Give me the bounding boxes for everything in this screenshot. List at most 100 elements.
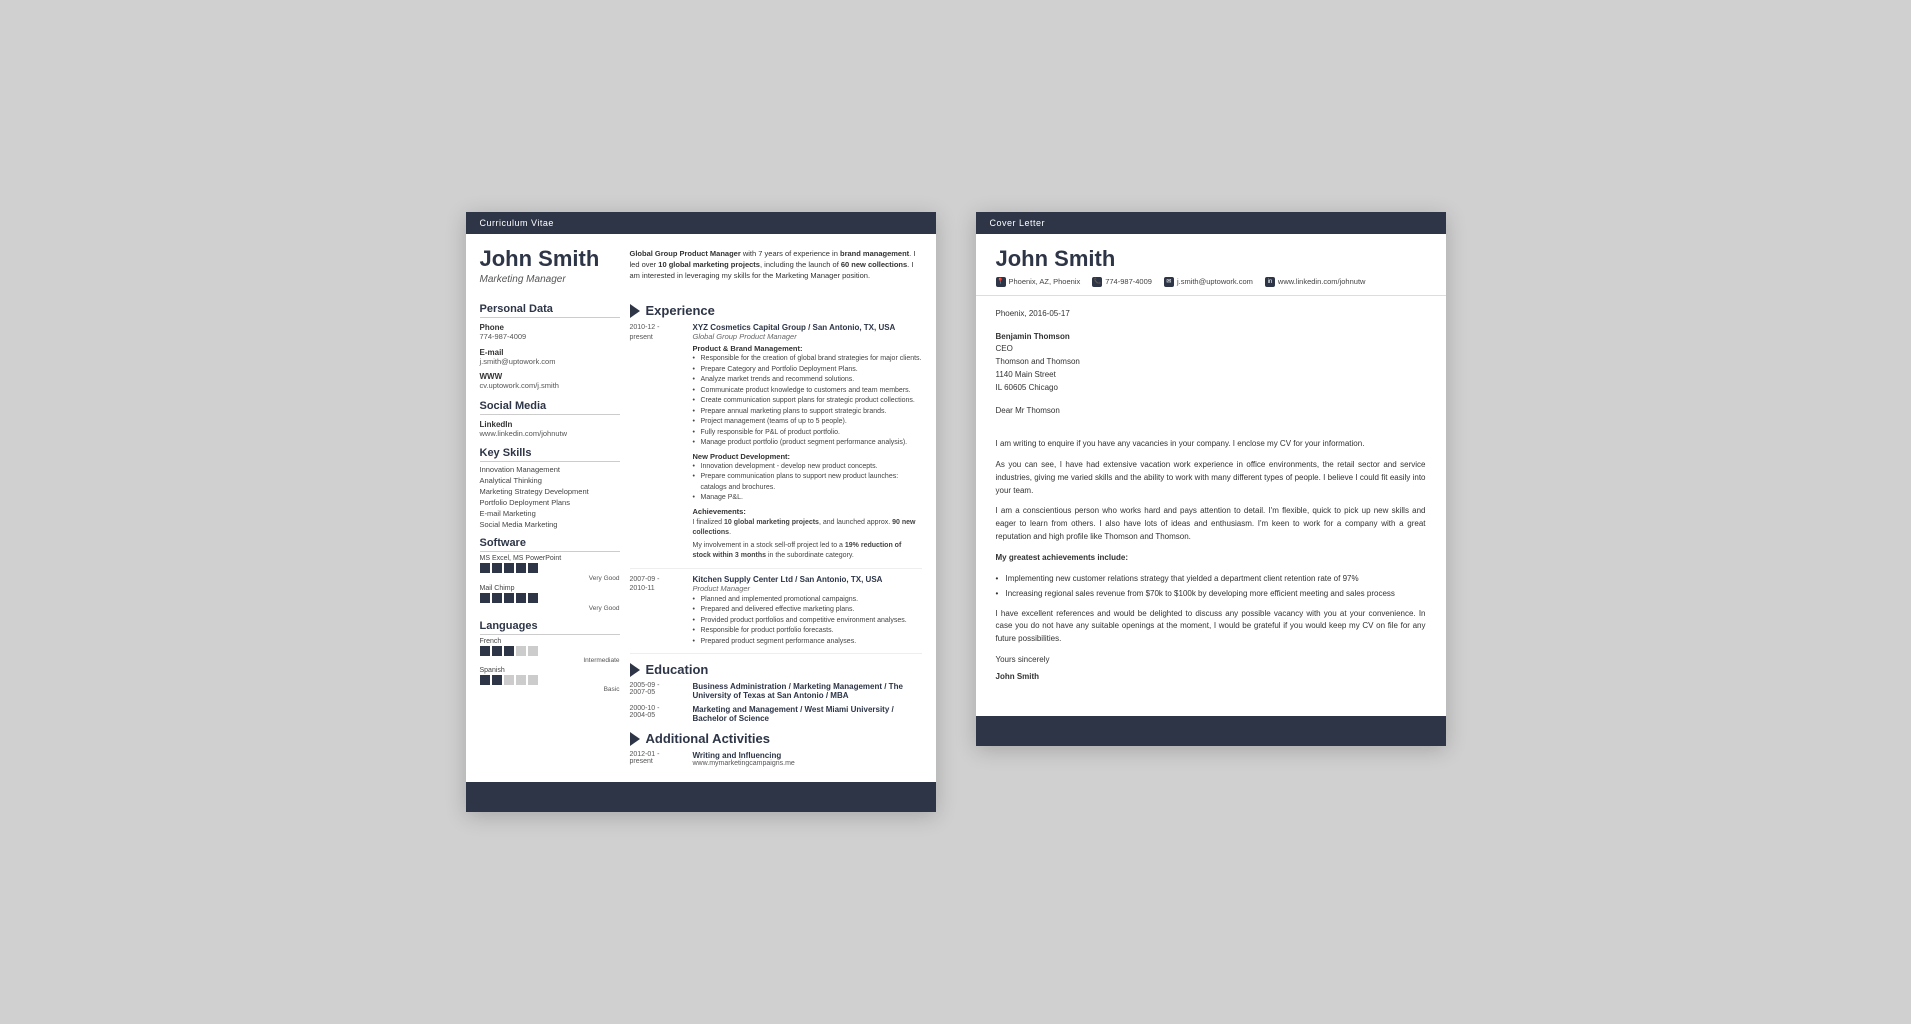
ms-dot-1 <box>480 563 490 573</box>
exp-entry-1: 2010-12 -present XYZ Cosmetics Capital G… <box>630 323 922 569</box>
key-skills-title: Key Skills <box>480 447 620 462</box>
fr-dot-5 <box>528 646 538 656</box>
cv-job-title: Marketing Manager <box>480 274 620 285</box>
french-label: French <box>480 638 620 645</box>
cv-summary-col: Global Group Product Manager with 7 year… <box>630 246 922 285</box>
experience-title: Experience <box>646 303 715 318</box>
exp-bullet-2-2: Prepared and delivered effective marketi… <box>693 605 922 616</box>
skill-1: Innovation Management <box>480 465 620 474</box>
cl-recipient-address1: 1140 Main Street <box>996 370 1056 379</box>
exp-achievement-2: My involvement in a stock sell-off proje… <box>693 541 922 562</box>
cv-body: Personal Data Phone 774-987-4009 E-mail … <box>466 285 936 772</box>
skill-5: E-mail Marketing <box>480 509 620 518</box>
mc-dot-1 <box>480 593 490 603</box>
cv-header-label: Curriculum Vitae <box>480 218 554 228</box>
skill-4: Portfolio Deployment Plans <box>480 498 620 507</box>
cv-main-content: Experience 2010-12 -present XYZ Cosmetic… <box>630 295 922 772</box>
mc-dot-2 <box>492 593 502 603</box>
cl-recipient: Benjamin Thomson CEO Thomson and Thomson… <box>996 331 1426 395</box>
exp-position-1: Global Group Product Manager <box>693 332 922 341</box>
french-bar <box>480 646 620 656</box>
ms-label: MS Excel, MS PowerPoint <box>480 555 620 562</box>
phone-icon: 📞 <box>1092 277 1102 287</box>
lang-spanish: Spanish Basic <box>480 667 620 693</box>
exp-bullet-npd-1: Innovation development - develop new pro… <box>693 462 922 473</box>
skill-3: Marketing Strategy Development <box>480 487 620 496</box>
cl-phone-text: 774-987-4009 <box>1105 277 1152 286</box>
cl-document: Cover Letter John Smith 📍 Phoenix, AZ, P… <box>976 212 1446 746</box>
fr-dot-4 <box>516 646 526 656</box>
fr-dot-3 <box>504 646 514 656</box>
linkedin-label: LinkedIn <box>480 420 620 429</box>
cl-header-label: Cover Letter <box>990 218 1046 228</box>
exp-subsection-npd: New Product Development: <box>693 452 922 461</box>
cl-salutation: Dear Mr Thomson <box>996 405 1426 418</box>
ms-bar <box>480 563 620 573</box>
lang-french: French Intermediate <box>480 638 620 664</box>
www-label: WWW <box>480 372 620 381</box>
cl-recipient-role: CEO <box>996 344 1013 353</box>
activities-header: Additional Activities <box>630 731 922 746</box>
cl-name: John Smith <box>976 234 1446 277</box>
cv-name-section: John Smith Marketing Manager Global Grou… <box>466 234 936 285</box>
exp-bullet-1-9: Manage product portfolio (product segmen… <box>693 438 922 449</box>
act-title-1: Writing and Influencing <box>693 751 922 760</box>
exp-dates-2: 2007-09 -2010-11 <box>630 575 685 648</box>
exp-content-1: XYZ Cosmetics Capital Group / San Antoni… <box>693 323 922 562</box>
spanish-label: Spanish <box>480 667 620 674</box>
ms-dot-5 <box>528 563 538 573</box>
ms-rating: Very Good <box>480 575 620 582</box>
cl-contact-location: 📍 Phoenix, AZ, Phoenix <box>996 277 1081 287</box>
languages-title: Languages <box>480 620 620 635</box>
cv-summary: Global Group Product Manager with 7 year… <box>630 248 922 282</box>
cl-recipient-address2: IL 60605 Chicago <box>996 383 1058 392</box>
linkedin-value: www.linkedin.com/johnutw <box>480 429 620 440</box>
exp-bullet-1-8: Fully responsible for P&L of product por… <box>693 428 922 439</box>
cl-contact-row: 📍 Phoenix, AZ, Phoenix 📞 774-987-4009 ✉ … <box>976 277 1446 296</box>
exp-bullet-1-5: Create communication support plans for s… <box>693 396 922 407</box>
email-icon: ✉ <box>1164 277 1174 287</box>
cl-achievements-header: My greatest achievements include: <box>996 552 1426 565</box>
cl-achievements: Implementing new customer relations stra… <box>996 573 1426 600</box>
software-title: Software <box>480 537 620 552</box>
cl-location-text: Phoenix, AZ, Phoenix <box>1009 277 1081 286</box>
act-dates-1: 2012-01 -present <box>630 751 685 767</box>
mc-dot-4 <box>516 593 526 603</box>
cl-achievement-1: Implementing new customer relations stra… <box>996 573 1426 585</box>
activities-arrow-icon <box>630 732 640 746</box>
exp-bullet-2-1: Planned and implemented promotional camp… <box>693 595 922 606</box>
cl-linkedin-text: www.linkedin.com/johnutw <box>1278 277 1366 286</box>
documents-container: Curriculum Vitae John Smith Marketing Ma… <box>466 212 1446 812</box>
www-value: cv.uptowork.com/j.smith <box>480 381 620 392</box>
exp-bullet-1-3: Analyze market trends and recommend solu… <box>693 375 922 386</box>
email-value: j.smith@uptowork.com <box>480 357 620 368</box>
activities-title: Additional Activities <box>646 731 770 746</box>
exp-content-2: Kitchen Supply Center Ltd / San Antonio,… <box>693 575 922 648</box>
cl-paragraph-3: I am a conscientious person who works ha… <box>996 505 1426 543</box>
exp-bullet-1-7: Project management (teams of up to 5 peo… <box>693 417 922 428</box>
edu-title-1: Business Administration / Marketing Mana… <box>693 682 922 700</box>
act-content-1: Writing and Influencing www.mymarketingc… <box>693 751 922 767</box>
cl-signature: John Smith <box>996 671 1426 684</box>
sp-dot-5 <box>528 675 538 685</box>
exp-company-1: XYZ Cosmetics Capital Group / San Antoni… <box>693 323 922 332</box>
cl-paragraph-1: I am writing to enquire if you have any … <box>996 438 1426 451</box>
cl-contact-phone: 📞 774-987-4009 <box>1092 277 1152 287</box>
edu-content-2: Marketing and Management / West Miami Un… <box>693 705 922 723</box>
edu-entry-2: 2000-10 -2004-05 Marketing and Managemen… <box>630 705 922 723</box>
cl-body: Phoenix, 2016-05-17 Benjamin Thomson CEO… <box>976 296 1446 696</box>
cv-document: Curriculum Vitae John Smith Marketing Ma… <box>466 212 936 812</box>
cl-recipient-name: Benjamin Thomson <box>996 332 1070 341</box>
exp-bullet-2-4: Responsible for product portfolio foreca… <box>693 626 922 637</box>
exp-bullet-1-2: Prepare Category and Portfolio Deploymen… <box>693 365 922 376</box>
edu-dates-1: 2005-09 -2007-05 <box>630 682 685 700</box>
edu-entry-1: 2005-09 -2007-05 Business Administration… <box>630 682 922 700</box>
exp-bullet-1-1: Responsible for the creation of global b… <box>693 354 922 365</box>
cv-header-bar: Curriculum Vitae <box>466 212 936 234</box>
edu-title-2: Marketing and Management / West Miami Un… <box>693 705 922 723</box>
social-media-title: Social Media <box>480 400 620 415</box>
mc-bar <box>480 593 620 603</box>
cl-closing: Yours sincerely <box>996 654 1426 667</box>
fr-dot-1 <box>480 646 490 656</box>
ms-dot-4 <box>516 563 526 573</box>
